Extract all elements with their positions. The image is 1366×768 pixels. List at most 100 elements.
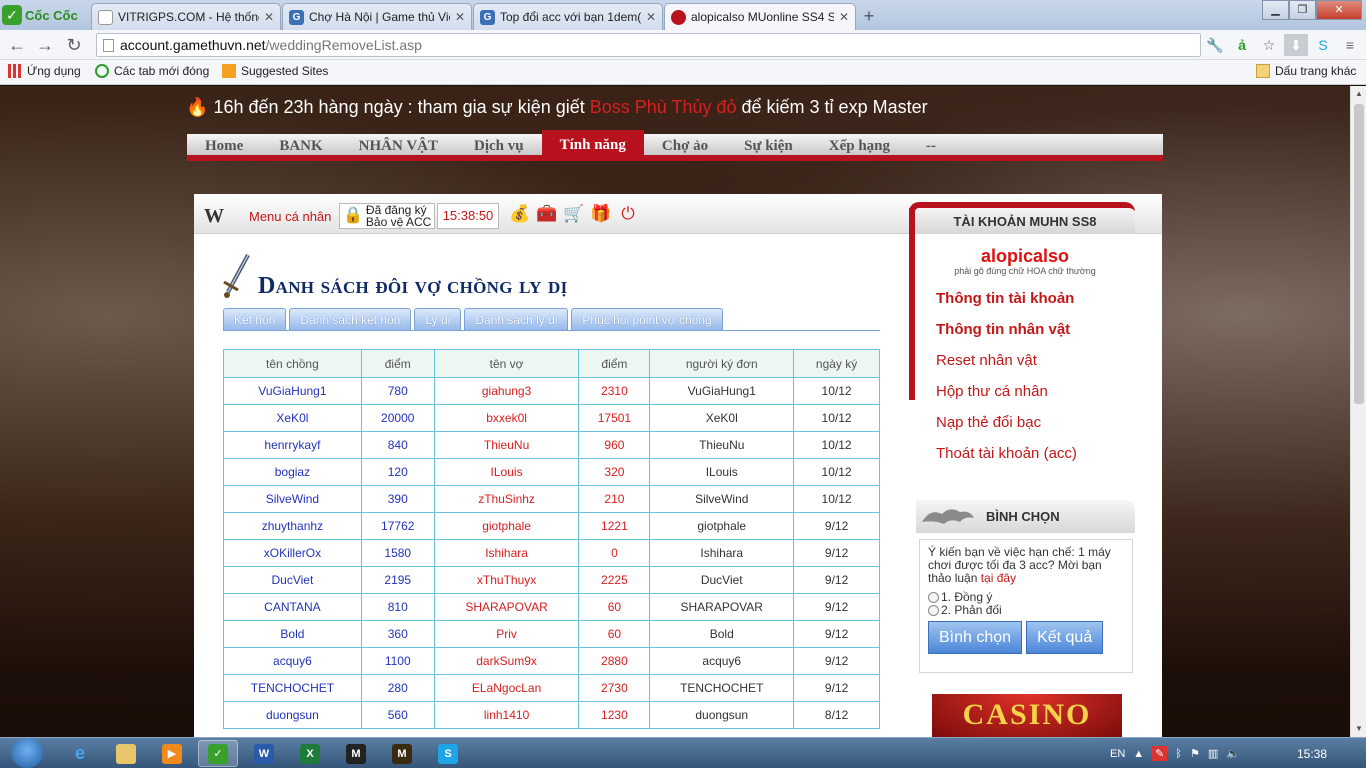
- skype-icon[interactable]: S: [1311, 34, 1335, 56]
- husband-cell[interactable]: DucViet: [223, 566, 362, 594]
- skype-taskbar-icon[interactable]: S: [428, 740, 468, 767]
- volume-icon[interactable]: 🔈: [1226, 747, 1240, 760]
- husband-cell[interactable]: SilveWind: [223, 485, 362, 513]
- scroll-thumb[interactable]: [1354, 104, 1364, 404]
- link-account-info[interactable]: Thông tin tài khoản: [936, 283, 1135, 314]
- extension-icon[interactable]: 🔧: [1203, 34, 1227, 56]
- word-icon[interactable]: W: [244, 740, 284, 767]
- tab-phuc-hoi-point[interactable]: Phục hồi point vợ chồng: [571, 308, 723, 330]
- tab-danh-sach-ly-di[interactable]: Danh sách ly dị: [464, 308, 569, 330]
- browser-tab-2[interactable]: G Chợ Hà Nội | Game thủ Việ ✕: [282, 3, 472, 30]
- nav-xep-hang[interactable]: Xếp hạng: [811, 134, 908, 161]
- wife-cell[interactable]: ThieuNu: [433, 431, 580, 459]
- game-icon-1[interactable]: M: [336, 740, 376, 767]
- wife-cell[interactable]: ILouis: [433, 458, 580, 486]
- vote-button[interactable]: Bình chọn: [928, 621, 1023, 654]
- forward-icon[interactable]: →: [34, 34, 56, 56]
- tab-ket-hon[interactable]: Kết hôn: [223, 308, 287, 330]
- husband-cell[interactable]: henrrykayf: [223, 431, 362, 459]
- close-tab-icon[interactable]: ✕: [646, 10, 656, 24]
- wife-cell[interactable]: darkSum9x: [433, 647, 580, 675]
- gift-icon[interactable]: 🎁: [589, 204, 613, 224]
- result-button[interactable]: Kết quả: [1026, 621, 1104, 654]
- maximize-icon[interactable]: ❐: [1289, 0, 1316, 20]
- nav-home[interactable]: Home: [187, 134, 261, 161]
- link-character-info[interactable]: Thông tin nhân vật: [936, 314, 1135, 345]
- media-player-icon[interactable]: ▶: [152, 740, 192, 767]
- bookmark-recent-tabs[interactable]: Các tab mới đóng: [95, 64, 209, 78]
- network-icon[interactable]: ▥: [1208, 747, 1218, 760]
- acc-protection-badge[interactable]: 🔒 Đã đăng ký Bảo vệ ACC: [339, 203, 436, 229]
- close-tab-icon[interactable]: ✕: [455, 10, 465, 24]
- wife-cell[interactable]: giotphale: [433, 512, 580, 540]
- nav-bank[interactable]: BANK: [261, 134, 340, 161]
- money-bag-icon[interactable]: 💰: [508, 204, 532, 224]
- nav-cho-ao[interactable]: Chợ ảo: [644, 134, 726, 161]
- close-window-icon[interactable]: ✕: [1316, 0, 1362, 20]
- minimize-icon[interactable]: ▁: [1262, 0, 1289, 20]
- browser-tab-active[interactable]: alopicalso MUonline SS4 S ✕: [664, 3, 856, 30]
- wife-cell[interactable]: Ishihara: [433, 539, 580, 567]
- vietnamese-input-icon[interactable]: ả: [1230, 34, 1254, 56]
- ie-icon[interactable]: e: [60, 740, 100, 767]
- close-tab-icon[interactable]: ✕: [264, 10, 274, 24]
- game-icon-2[interactable]: M: [382, 740, 422, 767]
- page-scrollbar[interactable]: ▲ ▼: [1350, 86, 1366, 737]
- wife-cell[interactable]: zThuSinhz: [433, 485, 580, 513]
- nav-more[interactable]: --: [908, 134, 954, 161]
- bookmark-other[interactable]: Dấu trang khác: [1256, 64, 1356, 78]
- language-indicator[interactable]: EN: [1110, 748, 1125, 760]
- husband-cell[interactable]: Bold: [223, 620, 362, 648]
- radio-agree[interactable]: [928, 592, 939, 603]
- wife-cell[interactable]: giahung3: [433, 377, 580, 405]
- browser-tab-1[interactable]: VITRIGPS.COM - Hệ thống ✕: [91, 3, 281, 30]
- tray-arrow-icon[interactable]: ▲: [1133, 748, 1144, 760]
- husband-cell[interactable]: CANTANA: [223, 593, 362, 621]
- wife-cell[interactable]: linh1410: [433, 701, 580, 729]
- treasure-chest-icon[interactable]: 🧰: [535, 204, 559, 224]
- wife-cell[interactable]: xThuThuyx: [433, 566, 580, 594]
- address-bar[interactable]: account.gamethuvn.net/weddingRemoveList.…: [96, 33, 1201, 57]
- tray-app-icon[interactable]: ✎: [1152, 746, 1168, 761]
- wife-cell[interactable]: Priv: [433, 620, 580, 648]
- flag-icon[interactable]: ⚑: [1190, 747, 1200, 760]
- wife-cell[interactable]: ELaNgocLan: [433, 674, 580, 702]
- husband-cell[interactable]: xOKillerOx: [223, 539, 362, 567]
- nav-dich-vu[interactable]: Dịch vụ: [456, 134, 542, 161]
- start-button-icon[interactable]: [11, 738, 43, 768]
- power-icon[interactable]: ⏻: [616, 204, 640, 224]
- husband-cell[interactable]: zhuythanhz: [223, 512, 362, 540]
- explorer-folder-icon[interactable]: [106, 740, 146, 767]
- bookmark-apps[interactable]: Ứng dụng: [8, 64, 81, 78]
- reload-icon[interactable]: ↻: [63, 34, 85, 56]
- husband-cell[interactable]: acquy6: [223, 647, 362, 675]
- poll-option-2[interactable]: 2. Phản đối: [928, 604, 1124, 617]
- scroll-up-icon[interactable]: ▲: [1351, 86, 1366, 102]
- husband-cell[interactable]: XeK0l: [223, 404, 362, 432]
- wife-cell[interactable]: bxxek0l: [433, 404, 580, 432]
- menu-icon[interactable]: ≡: [1338, 34, 1362, 56]
- link-reset-character[interactable]: Reset nhân vật: [936, 345, 1135, 376]
- link-inbox[interactable]: Hộp thư cá nhân: [936, 376, 1135, 407]
- husband-cell[interactable]: bogiaz: [223, 458, 362, 486]
- back-icon[interactable]: ←: [6, 34, 28, 56]
- radio-disagree[interactable]: [928, 605, 939, 616]
- casino-banner[interactable]: CASINO: [932, 694, 1122, 737]
- taskbar-clock[interactable]: 15:38: [1297, 747, 1327, 761]
- excel-icon[interactable]: X: [290, 740, 330, 767]
- browser-tab-3[interactable]: G Top đổi acc với bạn 1dem( ✕: [473, 3, 663, 30]
- link-topup[interactable]: Nạp thẻ đổi bạc: [936, 407, 1135, 438]
- new-tab-icon[interactable]: +: [857, 5, 881, 27]
- star-bookmark-icon[interactable]: ☆: [1257, 34, 1281, 56]
- wife-cell[interactable]: SHARAPOVAR: [433, 593, 580, 621]
- shopping-cart-icon[interactable]: 🛒: [562, 204, 586, 224]
- nav-nhan-vat[interactable]: NHÂN VẬT: [341, 134, 456, 161]
- link-logout[interactable]: Thoát tài khoản (acc): [936, 438, 1135, 469]
- bookmark-suggested[interactable]: Suggested Sites: [222, 64, 328, 78]
- browser-logo[interactable]: ✓ Cốc Cốc: [2, 3, 88, 27]
- scroll-down-icon[interactable]: ▼: [1351, 721, 1366, 737]
- nav-su-kien[interactable]: Sự kiện: [726, 134, 811, 161]
- tab-danh-sach-ket-hon[interactable]: Danh sách kết hôn: [289, 308, 412, 330]
- nav-tinh-nang[interactable]: Tính năng: [541, 130, 644, 161]
- personal-menu-link[interactable]: Menu cá nhân: [249, 209, 331, 224]
